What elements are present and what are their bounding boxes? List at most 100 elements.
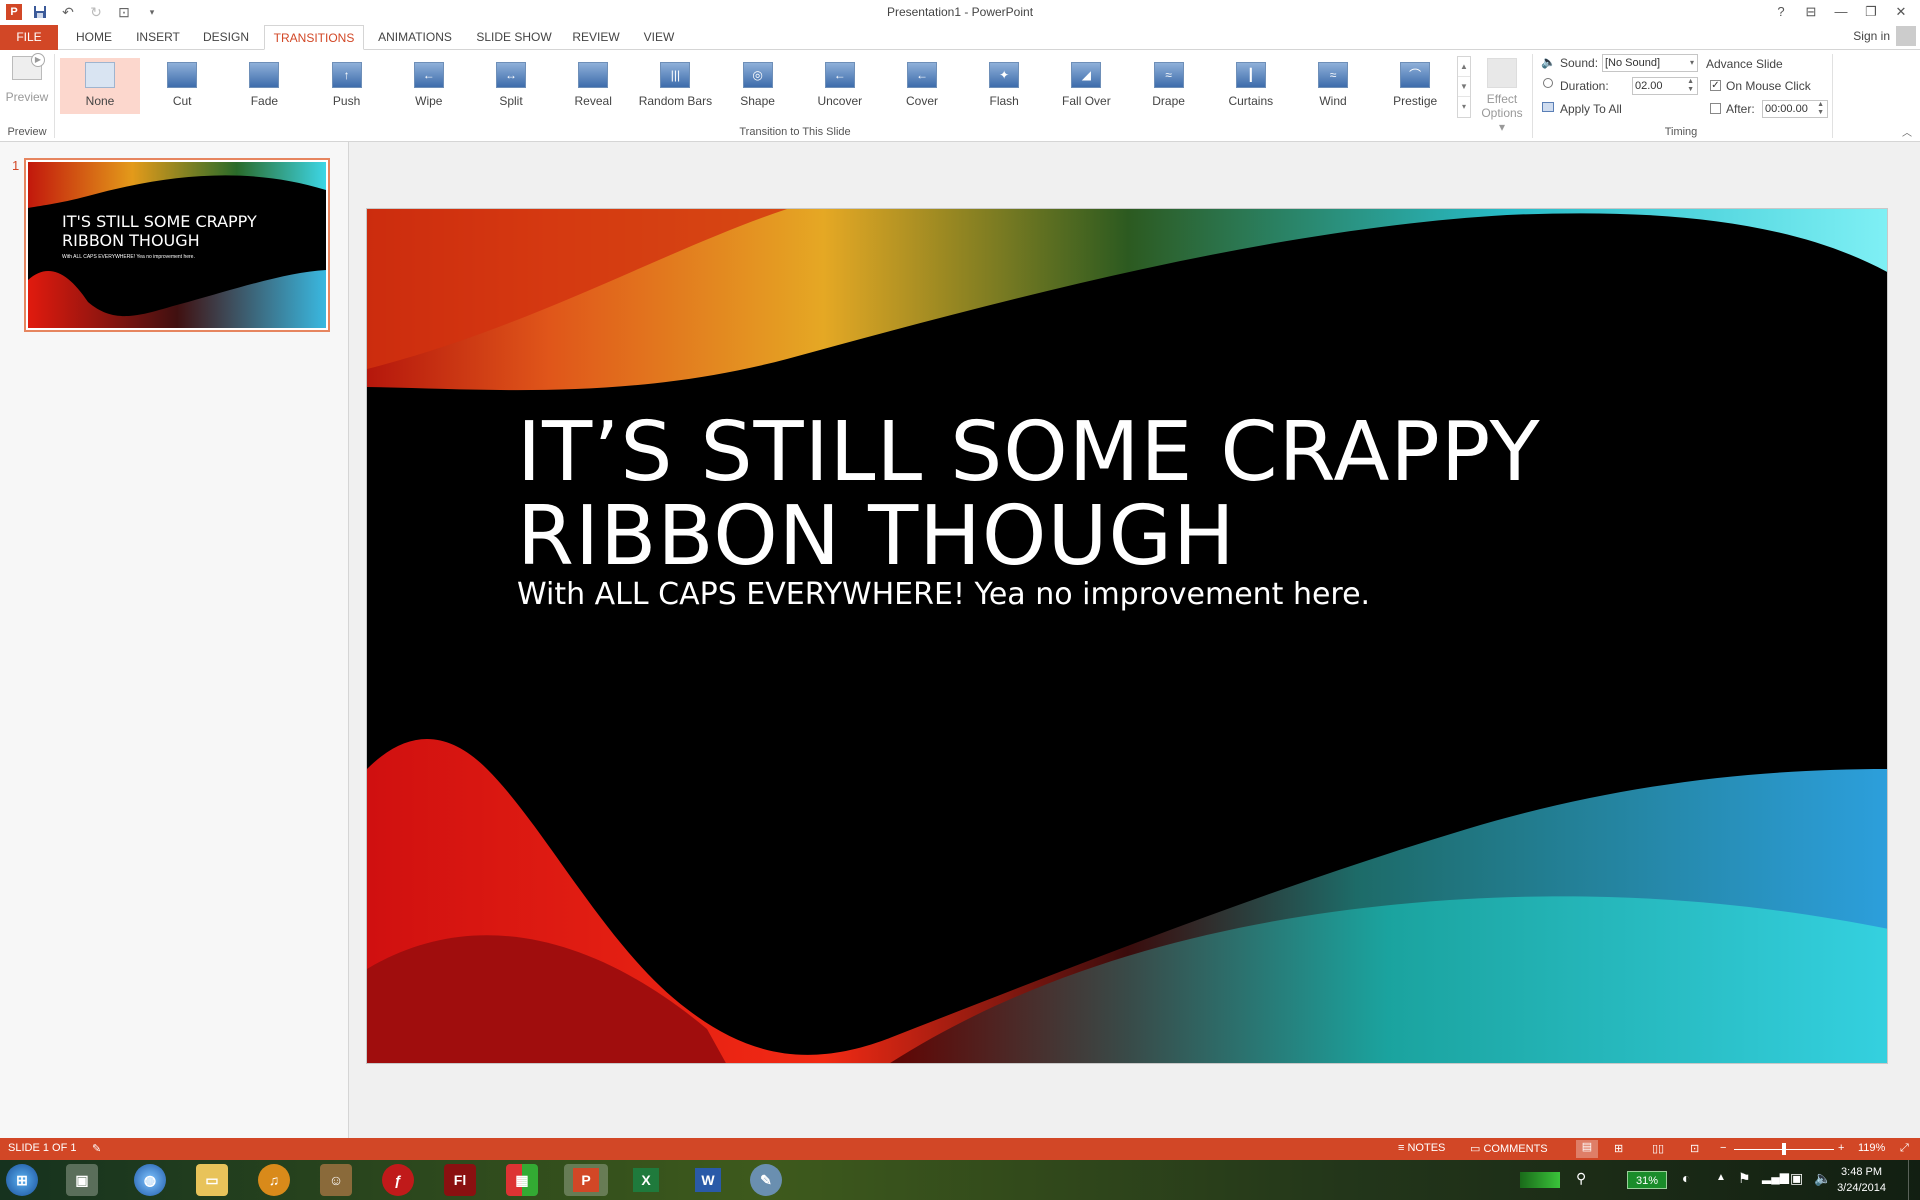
excel-taskbar-icon[interactable]: X xyxy=(630,1164,662,1196)
gallery-up-icon[interactable]: ▲ xyxy=(1458,57,1470,77)
wifi-icon[interactable]: ▂▄▆ xyxy=(1762,1170,1789,1184)
transition-label: Split xyxy=(499,94,523,108)
slide-thumbnail[interactable]: IT'S STILL SOME CRAPPY RIBBON THOUGH Wit… xyxy=(24,158,330,332)
collapse-ribbon-icon[interactable]: ︿ xyxy=(1902,124,1912,139)
ribbon-display-options-icon[interactable]: ⊟ xyxy=(1796,2,1826,22)
tab-review[interactable]: REVIEW xyxy=(566,25,626,50)
start-orb-icon[interactable]: ⊞ xyxy=(6,1164,38,1196)
tab-file[interactable]: FILE xyxy=(0,25,58,50)
transition-push[interactable]: ↑ Push xyxy=(307,58,387,114)
transition-label: Prestige xyxy=(1393,94,1438,108)
paint-icon[interactable]: ✎ xyxy=(750,1164,782,1196)
word-taskbar-icon[interactable]: W xyxy=(692,1164,724,1196)
transition-cut[interactable]: Cut xyxy=(142,58,222,114)
sound-dropdown[interactable]: [No Sound] ▾ xyxy=(1602,54,1698,72)
tab-slide-show[interactable]: SLIDE SHOW xyxy=(470,25,558,50)
transition-wipe[interactable]: ← Wipe xyxy=(389,58,469,114)
transition-split-icon: ↔ xyxy=(496,62,526,88)
clock-icon xyxy=(1543,78,1553,88)
restore-icon[interactable]: ❐ xyxy=(1856,2,1886,22)
help-icon[interactable]: ? xyxy=(1766,2,1796,22)
comments-button[interactable]: ▭ COMMENTS xyxy=(1470,1142,1548,1155)
tab-view[interactable]: VIEW xyxy=(634,25,684,50)
fit-to-window-icon[interactable]: ⤢ xyxy=(1900,1142,1909,1155)
notes-button[interactable]: ≡ NOTES xyxy=(1398,1142,1445,1154)
zoom-out-icon[interactable]: − xyxy=(1720,1142,1726,1154)
transition-label: Uncover xyxy=(817,94,863,108)
slide-show-icon[interactable]: ⊡ xyxy=(1690,1142,1699,1155)
clock-date: 3/24/2014 xyxy=(1837,1182,1886,1194)
transition-cover-icon: ← xyxy=(907,62,937,88)
slide-title-line-2[interactable]: RIBBON THOUGH xyxy=(517,489,1236,584)
title-bar: P ↶ ↻ ⊡ ▾ Presentation1 - PowerPoint ? ⊟… xyxy=(0,0,1920,24)
after-stepper[interactable]: 00:00.00 ▲ ▼ xyxy=(1762,100,1828,118)
computer-icon[interactable]: ▣ xyxy=(66,1164,98,1196)
volume-icon[interactable]: 🔈 xyxy=(1814,1170,1831,1187)
power-icon[interactable]: ◐ xyxy=(1682,1170,1690,1186)
window-title: Presentation1 - PowerPoint xyxy=(886,5,1034,19)
slide-canvas[interactable]: IT’S STILL SOME CRAPPY RIBBON THOUGH Wit… xyxy=(366,208,1888,1064)
ribbon: ▶ Preview Preview None Cut Fade ↑ Push ← Wipe ↔… xyxy=(0,50,1920,142)
network-icon[interactable]: ⚲ xyxy=(1576,1170,1586,1187)
duration-stepper[interactable]: 02.00 ▲ ▼ xyxy=(1632,77,1698,95)
action-center-icon[interactable]: ⚑ xyxy=(1738,1170,1751,1187)
spin-arrows-icon[interactable]: ▲ ▼ xyxy=(1687,78,1694,94)
transition-none[interactable]: None xyxy=(60,58,140,114)
device-icon[interactable]: ▣ xyxy=(1790,1170,1803,1187)
spin-arrows-icon[interactable]: ▲ ▼ xyxy=(1817,101,1824,117)
user-avatar-icon[interactable] xyxy=(1896,26,1916,46)
transition-reveal[interactable]: Reveal xyxy=(553,58,633,114)
tab-design[interactable]: DESIGN xyxy=(196,25,256,50)
tab-insert[interactable]: INSERT xyxy=(130,25,186,50)
tab-home[interactable]: HOME xyxy=(70,25,118,50)
gimp-icon[interactable]: ☺ xyxy=(320,1164,352,1196)
slide-sorter-icon[interactable]: ⊞ xyxy=(1614,1142,1623,1155)
powerpoint-taskbar-icon[interactable]: P xyxy=(564,1164,608,1196)
transition-fade[interactable]: Fade xyxy=(224,58,304,114)
on-mouse-click-checkbox[interactable]: ✓ xyxy=(1710,80,1721,91)
zoom-level[interactable]: 119% xyxy=(1858,1142,1885,1154)
gallery-more-icon[interactable]: ▾ xyxy=(1458,97,1470,117)
slide-indicator[interactable]: SLIDE 1 OF 1 xyxy=(8,1142,76,1154)
preview-button[interactable]: ▶ Preview xyxy=(4,53,50,110)
tab-animations[interactable]: ANIMATIONS xyxy=(372,25,458,50)
transition-cover[interactable]: ← Cover xyxy=(882,58,962,114)
multicolor-app-icon[interactable]: ▦ xyxy=(506,1164,538,1196)
transition-drape[interactable]: ≈ Drape xyxy=(1129,58,1209,114)
minimize-icon[interactable]: — xyxy=(1826,2,1856,22)
zoom-in-icon[interactable]: + xyxy=(1838,1142,1844,1154)
folder-icon[interactable]: ▭ xyxy=(196,1164,228,1196)
transition-curtains[interactable]: ▕▏ Curtains xyxy=(1211,58,1291,114)
reading-view-icon[interactable]: ▯▯ xyxy=(1652,1142,1664,1155)
show-desktop-button[interactable] xyxy=(1908,1160,1920,1200)
sign-in-link[interactable]: Sign in xyxy=(1853,29,1890,43)
internet-icon[interactable]: ◍ xyxy=(134,1164,166,1196)
spell-check-icon[interactable]: ✎ xyxy=(92,1142,101,1155)
close-icon[interactable]: ✕ xyxy=(1886,2,1916,22)
slide-title-line-1[interactable]: IT’S STILL SOME CRAPPY xyxy=(517,405,1541,500)
transition-wind[interactable]: ≈ Wind xyxy=(1293,58,1373,114)
gallery-down-icon[interactable]: ▼ xyxy=(1458,77,1470,97)
transition-flash[interactable]: ✦ Flash xyxy=(964,58,1044,114)
battery-indicator[interactable]: 31% xyxy=(1627,1171,1667,1189)
slide-subtitle[interactable]: With ALL CAPS EVERYWHERE! Yea no improve… xyxy=(517,577,1370,612)
work-area: 1 IT'S STILL SOME CRAPPY RIBBON THOUGH W… xyxy=(0,142,1920,1138)
flash-player-icon[interactable]: ƒ xyxy=(382,1164,414,1196)
flash-professional-icon[interactable]: Fl xyxy=(444,1164,476,1196)
transition-random-bars[interactable]: ||| Random Bars xyxy=(635,58,715,114)
transition-shape[interactable]: ◎ Shape xyxy=(718,58,798,114)
transition-split[interactable]: ↔ Split xyxy=(471,58,551,114)
media-player-icon[interactable]: ♫ xyxy=(258,1164,290,1196)
show-hidden-icons-icon[interactable]: ▲ xyxy=(1716,1172,1726,1183)
effect-options-button[interactable]: Effect Options ▾ xyxy=(1478,56,1526,134)
transition-prestige[interactable]: ⌒ Prestige xyxy=(1375,58,1455,114)
after-checkbox[interactable] xyxy=(1710,103,1721,114)
system-clock[interactable]: 3:48 PM 3/24/2014 xyxy=(1837,1164,1886,1196)
zoom-slider-thumb[interactable] xyxy=(1782,1143,1786,1155)
apply-to-all-button[interactable]: Apply To All xyxy=(1560,102,1622,116)
normal-view-icon[interactable]: ▤ xyxy=(1576,1140,1598,1158)
transition-fall-over[interactable]: ◢ Fall Over xyxy=(1046,58,1126,114)
tab-transitions[interactable]: TRANSITIONS xyxy=(264,25,364,50)
signal-strength-icon[interactable] xyxy=(1520,1172,1560,1188)
transition-uncover[interactable]: ← Uncover xyxy=(800,58,880,114)
